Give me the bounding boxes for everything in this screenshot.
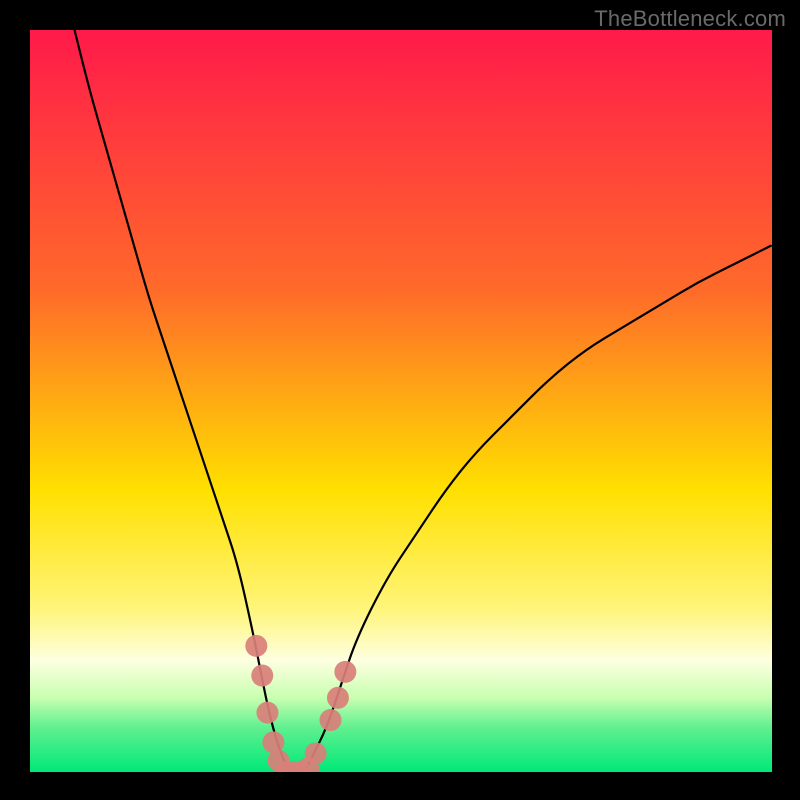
marker-dot xyxy=(320,709,342,731)
gradient-background xyxy=(30,30,772,772)
marker-dot xyxy=(262,731,284,753)
marker-dot xyxy=(245,635,267,657)
marker-dot xyxy=(251,665,273,687)
bottleneck-chart xyxy=(30,30,772,772)
marker-dot xyxy=(256,702,278,724)
marker-dot xyxy=(305,742,327,764)
chart-container: { "attribution": "TheBottleneck.com", "c… xyxy=(0,0,800,800)
attribution-text: TheBottleneck.com xyxy=(594,6,786,32)
marker-dot xyxy=(327,687,349,709)
marker-dot xyxy=(334,661,356,683)
